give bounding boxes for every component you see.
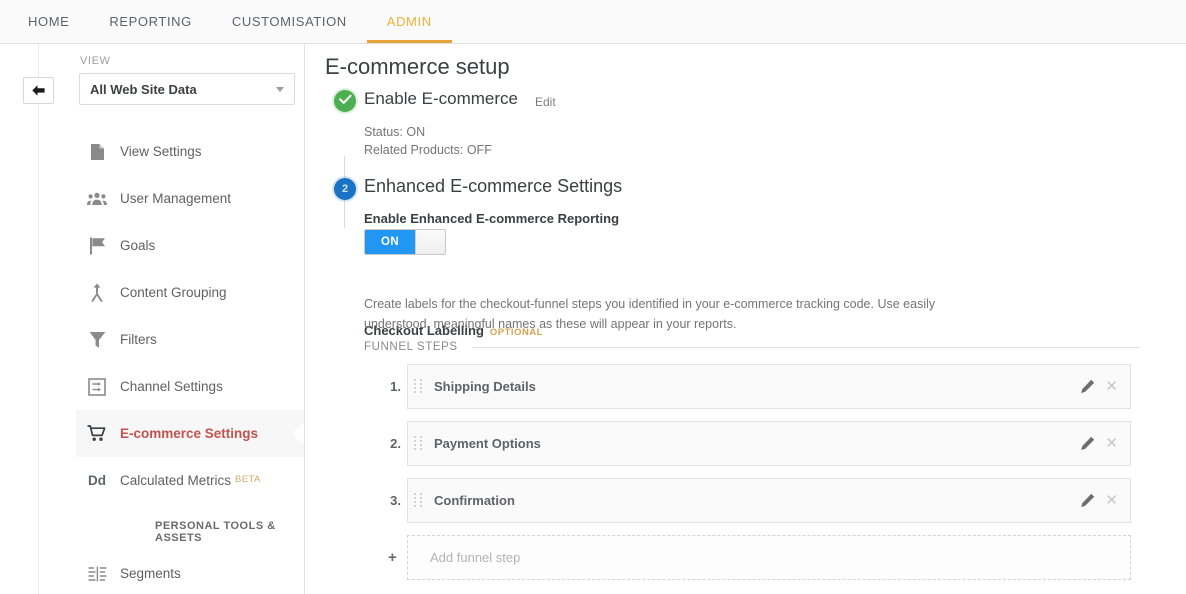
sidebar-item-goals[interactable]: Goals: [76, 222, 304, 269]
add-funnel-step-placeholder: Add funnel step: [430, 550, 521, 565]
flag-icon: [82, 234, 112, 258]
close-icon[interactable]: ✕: [1105, 436, 1118, 451]
nav-tab-reporting[interactable]: REPORTING: [89, 0, 211, 43]
drag-handle-icon[interactable]: [414, 379, 428, 394]
rail-divider-line: [38, 44, 39, 594]
dd-glyph-text: Dd: [88, 473, 106, 488]
step-1-edit-link[interactable]: Edit: [535, 95, 556, 109]
close-icon[interactable]: ✕: [1105, 493, 1118, 508]
sidebar-item-calculated-metrics-label: Calculated Metrics: [120, 473, 232, 488]
page-title: E-commerce setup: [325, 54, 510, 79]
close-icon[interactable]: ✕: [1105, 379, 1118, 394]
funnel-steps-label: FUNNEL STEPS: [364, 341, 458, 353]
funnel-icon: [82, 328, 112, 352]
nav-tab-home-label: HOME: [28, 14, 70, 29]
drag-handle-icon[interactable]: [414, 493, 428, 508]
funnel-step-actions: ✕: [1080, 379, 1130, 394]
nav-tab-admin-label: ADMIN: [386, 14, 432, 29]
chevron-down-icon: [276, 86, 284, 92]
sidebar-item-filters[interactable]: Filters: [76, 316, 304, 363]
view-section-label: VIEW: [80, 55, 111, 67]
add-funnel-step-field[interactable]: Add funnel step: [407, 535, 1131, 580]
main-content-area: E-commerce setup Enable E-commerce Edit …: [306, 44, 1186, 594]
left-rail: [0, 44, 76, 594]
top-navigation-bar: HOME REPORTING CUSTOMISATION ADMIN: [0, 0, 1186, 44]
channel-icon: [82, 375, 112, 399]
back-arrow-icon: [31, 84, 46, 97]
funnel-step-name: Payment Options: [434, 436, 541, 451]
view-selector-dropdown[interactable]: All Web Site Data: [79, 73, 295, 105]
step-1-status-line-2: Related Products: OFF: [364, 143, 492, 157]
funnel-step-number: 2.: [390, 436, 401, 451]
people-icon: [82, 187, 112, 211]
step-1-status-text: Status: ON Related Products: OFF: [364, 123, 492, 159]
sidebar-item-segments-label: Segments: [120, 566, 181, 581]
funnel-steps-section-header: FUNNEL STEPS: [364, 341, 1139, 353]
step-1-status-marker: [334, 90, 356, 112]
document-icon: [82, 140, 112, 164]
step-2-title: Enhanced E-commerce Settings: [364, 176, 623, 196]
funnel-step-row: 2. Payment Options ✕: [306, 421, 1186, 466]
funnel-step-number: 3.: [390, 493, 401, 508]
sidebar-item-calculated-metrics[interactable]: Dd Calculated Metrics BETA: [76, 457, 304, 504]
pencil-icon[interactable]: [1080, 379, 1095, 394]
sidebar-item-ecommerce-settings-label: E-commerce Settings: [120, 426, 259, 441]
funnel-steps-list: 1. Shipping Details ✕ 2. Payment Options…: [306, 364, 1186, 580]
step-1-status-line-1: Status: ON: [364, 125, 426, 139]
sidebar-item-view-settings-label: View Settings: [120, 144, 202, 159]
funnel-step-row: 1. Shipping Details ✕: [306, 364, 1186, 409]
enhanced-reporting-label: Enable Enhanced E-commerce Reporting: [364, 211, 620, 226]
funnel-step-actions: ✕: [1080, 493, 1130, 508]
nav-tab-admin[interactable]: ADMIN: [366, 0, 452, 43]
add-funnel-step-row: + Add funnel step: [306, 535, 1186, 580]
sidebar-section-header-personal-tools: PERSONAL TOOLS & ASSETS: [155, 520, 276, 544]
sidebar-item-goals-label: Goals: [120, 238, 156, 253]
content-grouping-icon: [82, 281, 112, 305]
sidebar-item-user-management[interactable]: User Management: [76, 175, 304, 222]
funnel-step-number: 1.: [390, 379, 401, 394]
nav-tab-home[interactable]: HOME: [8, 0, 89, 43]
pencil-icon[interactable]: [1080, 493, 1095, 508]
funnel-steps-divider: [471, 346, 1139, 348]
dd-icon: Dd: [82, 469, 112, 493]
sidebar-item-content-grouping[interactable]: Content Grouping: [76, 269, 304, 316]
back-button[interactable]: [23, 77, 54, 104]
pencil-icon[interactable]: [1080, 436, 1095, 451]
admin-sidebar: VIEW All Web Site Data View Settings Use…: [76, 44, 305, 594]
step-1-title: Enable E-commerce: [364, 89, 519, 108]
shopping-cart-icon: [82, 422, 112, 446]
checkout-labelling-description: Create labels for the checkout-funnel st…: [364, 297, 936, 331]
toggle-on-state-label: ON: [365, 230, 415, 254]
toggle-knob[interactable]: [415, 230, 445, 254]
funnel-step-row: 3. Confirmation ✕: [306, 478, 1186, 523]
funnel-step-name: Confirmation: [434, 493, 515, 508]
funnel-step-actions: ✕: [1080, 436, 1130, 451]
drag-handle-icon[interactable]: [414, 436, 428, 451]
beta-badge: BETA: [235, 474, 261, 485]
step-2-number: 2: [341, 183, 349, 195]
sidebar-item-user-management-label: User Management: [120, 191, 232, 206]
funnel-step-field[interactable]: Shipping Details ✕: [407, 364, 1131, 409]
check-icon: [338, 92, 352, 110]
nav-tab-customisation-label: CUSTOMISATION: [231, 14, 347, 29]
segments-icon: [82, 562, 112, 586]
nav-tab-reporting-label: REPORTING: [109, 14, 192, 29]
sidebar-item-channel-settings-label: Channel Settings: [120, 379, 223, 394]
sidebar-item-view-settings[interactable]: View Settings: [76, 128, 304, 175]
sidebar-item-ecommerce-settings[interactable]: E-commerce Settings: [76, 410, 304, 457]
enhanced-ecommerce-toggle[interactable]: ON: [364, 229, 446, 255]
funnel-step-field[interactable]: Confirmation ✕: [407, 478, 1131, 523]
step-2-status-marker: 2: [334, 178, 356, 200]
sidebar-nav-list: View Settings User Management Goals Cont…: [76, 128, 304, 594]
funnel-step-name: Shipping Details: [434, 379, 536, 394]
sidebar-item-content-grouping-label: Content Grouping: [120, 285, 227, 300]
sidebar-item-channel-settings[interactable]: Channel Settings: [76, 363, 304, 410]
nav-tab-customisation[interactable]: CUSTOMISATION: [212, 0, 367, 43]
funnel-step-field[interactable]: Payment Options ✕: [407, 421, 1131, 466]
sidebar-item-filters-label: Filters: [120, 332, 157, 347]
sidebar-item-segments[interactable]: Segments: [76, 550, 304, 594]
view-selector-value: All Web Site Data: [90, 81, 197, 97]
plus-icon[interactable]: +: [388, 549, 397, 566]
